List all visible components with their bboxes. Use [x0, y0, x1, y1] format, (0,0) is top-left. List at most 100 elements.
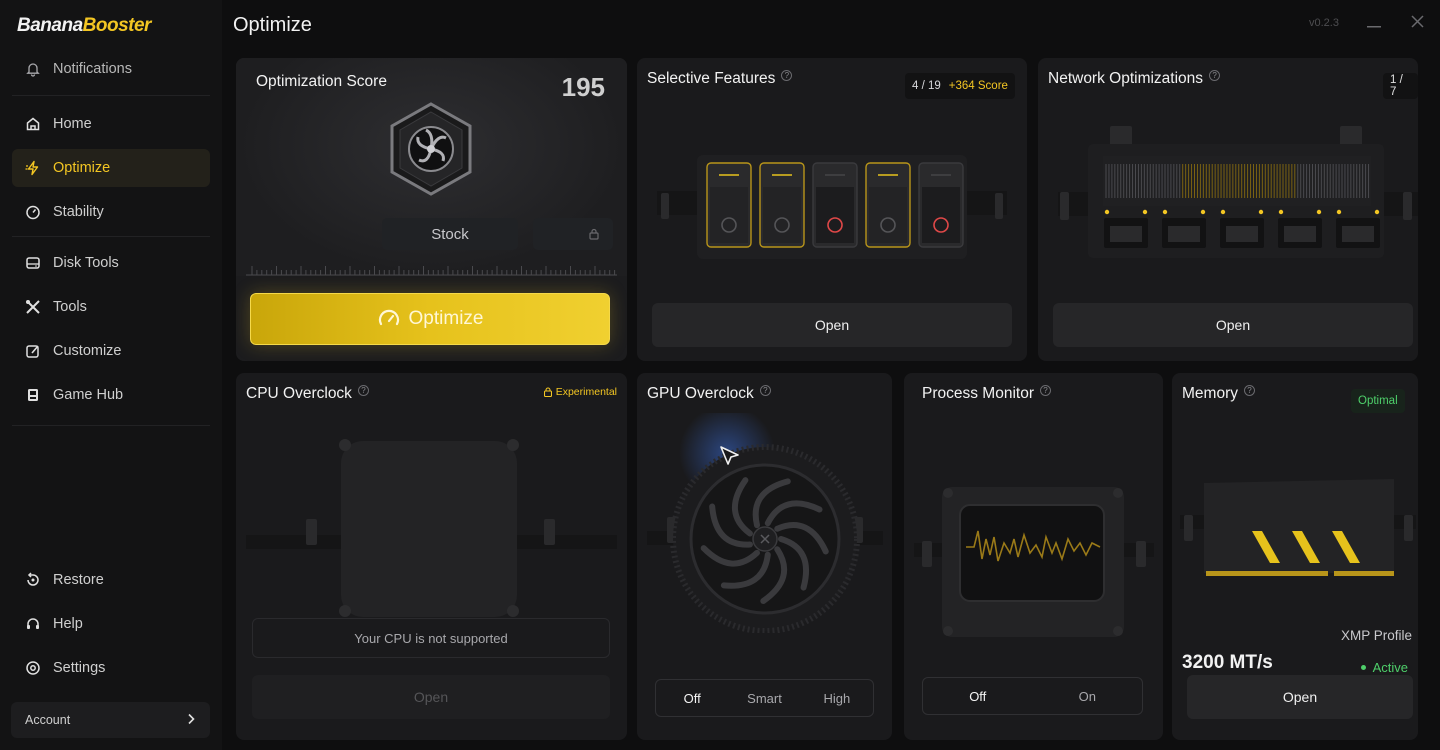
score-value: 195	[561, 72, 605, 102]
xmp-state: Active	[1360, 660, 1408, 675]
minimize-icon	[1367, 15, 1381, 33]
card-title-text: GPU Overclock	[647, 385, 754, 402]
sidebar-item-label: Help	[53, 616, 83, 632]
cpu-unsupported-notice: Your CPU is not supported	[252, 618, 610, 658]
app-logo: BananaBooster	[17, 15, 151, 36]
memory-open-button[interactable]: Open	[1187, 675, 1413, 719]
switches-illustration	[657, 155, 1007, 259]
cpu-block-illustration	[246, 439, 617, 617]
divider	[12, 95, 210, 96]
mouse-cursor-icon	[719, 445, 741, 472]
bell-icon	[24, 60, 42, 78]
xmp-state-label: Active	[1372, 660, 1408, 675]
gpu-mode-high[interactable]: High	[801, 691, 873, 706]
sidebar-item-settings[interactable]: Settings	[12, 649, 210, 687]
sidebar-item-label: Settings	[53, 660, 106, 676]
process-mode-selector: Off On	[922, 677, 1143, 715]
network-optimizations-card: Network Optimizations? 1 / 7 Open	[1038, 58, 1418, 361]
process-mode-on[interactable]: On	[1033, 689, 1143, 704]
process-mode-off[interactable]: Off	[923, 689, 1033, 704]
sidebar-item-label: Customize	[53, 343, 122, 359]
sidebar-item-tools[interactable]: Tools	[12, 288, 210, 326]
tools-icon	[24, 298, 42, 316]
optimize-button-label: Optimize	[408, 308, 484, 329]
help-icon[interactable]: ?	[1039, 384, 1051, 396]
home-icon	[24, 115, 42, 133]
sidebar-item-label: Tools	[53, 299, 87, 315]
memory-title: Memory?	[1182, 384, 1255, 403]
sidebar: BananaBooster Notifications Home Optimiz…	[0, 0, 222, 750]
help-icon[interactable]: ?	[1243, 384, 1255, 396]
locked-profile[interactable]	[533, 218, 613, 250]
ram-module-illustration	[1180, 479, 1416, 576]
gpu-mode-smart[interactable]: Smart	[728, 691, 800, 706]
account-button[interactable]: Account	[11, 702, 210, 738]
sidebar-item-home[interactable]: Home	[12, 105, 210, 143]
sidebar-item-game-hub[interactable]: Game Hub	[12, 376, 210, 414]
xmp-profile-label: XMP Profile	[1340, 628, 1412, 643]
lightning-icon	[24, 159, 42, 177]
sidebar-item-label: Disk Tools	[53, 255, 119, 271]
sidebar-item-notifications[interactable]: Notifications	[12, 50, 210, 88]
gpu-fan-illustration	[647, 413, 883, 633]
score-title: Optimization Score	[256, 73, 387, 90]
experimental-label: Experimental	[555, 386, 617, 398]
lock-icon	[589, 227, 599, 245]
cpu-open-button[interactable]: Open	[252, 675, 610, 719]
memory-card: Memory? Optimal XMP Profile 3200 MT/s Ac…	[1172, 373, 1418, 740]
profile-stock[interactable]: Stock	[382, 218, 518, 250]
score-ruler	[246, 266, 617, 276]
close-button[interactable]	[1405, 12, 1429, 36]
gpu-mode-off[interactable]: Off	[656, 691, 728, 706]
cpu-title: CPU Overclock?	[246, 384, 369, 403]
sidebar-item-label: Game Hub	[53, 387, 124, 403]
card-title-text: CPU Overclock	[246, 385, 352, 402]
monitor-illustration	[914, 487, 1154, 637]
gauge-icon	[24, 203, 42, 221]
card-title-text: Process Monitor	[922, 385, 1034, 402]
selected-count: 4 / 19	[912, 80, 941, 92]
sidebar-item-label: Stability	[53, 204, 104, 220]
gamepad-icon	[24, 386, 42, 404]
help-icon[interactable]: ?	[1209, 69, 1221, 81]
sidebar-item-optimize[interactable]: Optimize	[12, 149, 210, 187]
page-title: Optimize	[233, 14, 312, 36]
sidebar-item-customize[interactable]: Customize	[12, 332, 210, 370]
selective-open-button[interactable]: Open	[652, 303, 1012, 347]
selective-features-card: Selective Features? 4 / 19 +364 Score Op…	[637, 58, 1027, 361]
network-open-button[interactable]: Open	[1053, 303, 1413, 347]
sidebar-item-label: Restore	[53, 572, 104, 588]
sidebar-item-label: Notifications	[53, 61, 132, 77]
sidebar-item-label: Home	[53, 116, 92, 132]
optimization-score-card: Optimization Score 195 Stock Optimize	[236, 58, 627, 361]
help-icon[interactable]: ?	[781, 69, 793, 81]
account-label: Account	[25, 713, 71, 727]
network-title: Network Optimizations?	[1048, 69, 1221, 88]
memory-speed: 3200 MT/s	[1182, 652, 1273, 673]
help-icon[interactable]: ?	[759, 384, 771, 396]
lock-icon	[543, 387, 552, 397]
chevron-right-icon	[186, 713, 196, 728]
fan-badge-icon	[386, 100, 476, 203]
card-title-text: Memory	[1182, 385, 1238, 402]
divider	[12, 236, 210, 237]
sidebar-item-help[interactable]: Help	[12, 605, 210, 643]
sidebar-item-disk-tools[interactable]: Disk Tools	[12, 244, 210, 282]
experimental-tag: Experimental	[543, 386, 617, 398]
gpu-overclock-card: GPU Overclock? Off Smart High	[637, 373, 892, 740]
card-title-text: Network Optimizations	[1048, 70, 1204, 87]
close-icon	[1410, 15, 1424, 33]
process-monitor-card: Process Monitor? Off On	[904, 373, 1163, 740]
status-dot-icon	[1360, 665, 1366, 670]
help-icon[interactable]: ?	[357, 384, 369, 396]
minimize-button[interactable]	[1362, 12, 1386, 36]
memory-status-badge: Optimal	[1351, 389, 1405, 413]
sidebar-item-restore[interactable]: Restore	[12, 561, 210, 599]
version-label: v0.2.3	[1309, 17, 1339, 29]
sidebar-item-stability[interactable]: Stability	[12, 193, 210, 231]
restore-icon	[24, 571, 42, 589]
gear-icon	[24, 659, 42, 677]
cpu-overclock-card: CPU Overclock? Experimental Your CPU is …	[236, 373, 627, 740]
gpu-title: GPU Overclock?	[647, 384, 771, 403]
optimize-button[interactable]: Optimize	[250, 293, 610, 345]
